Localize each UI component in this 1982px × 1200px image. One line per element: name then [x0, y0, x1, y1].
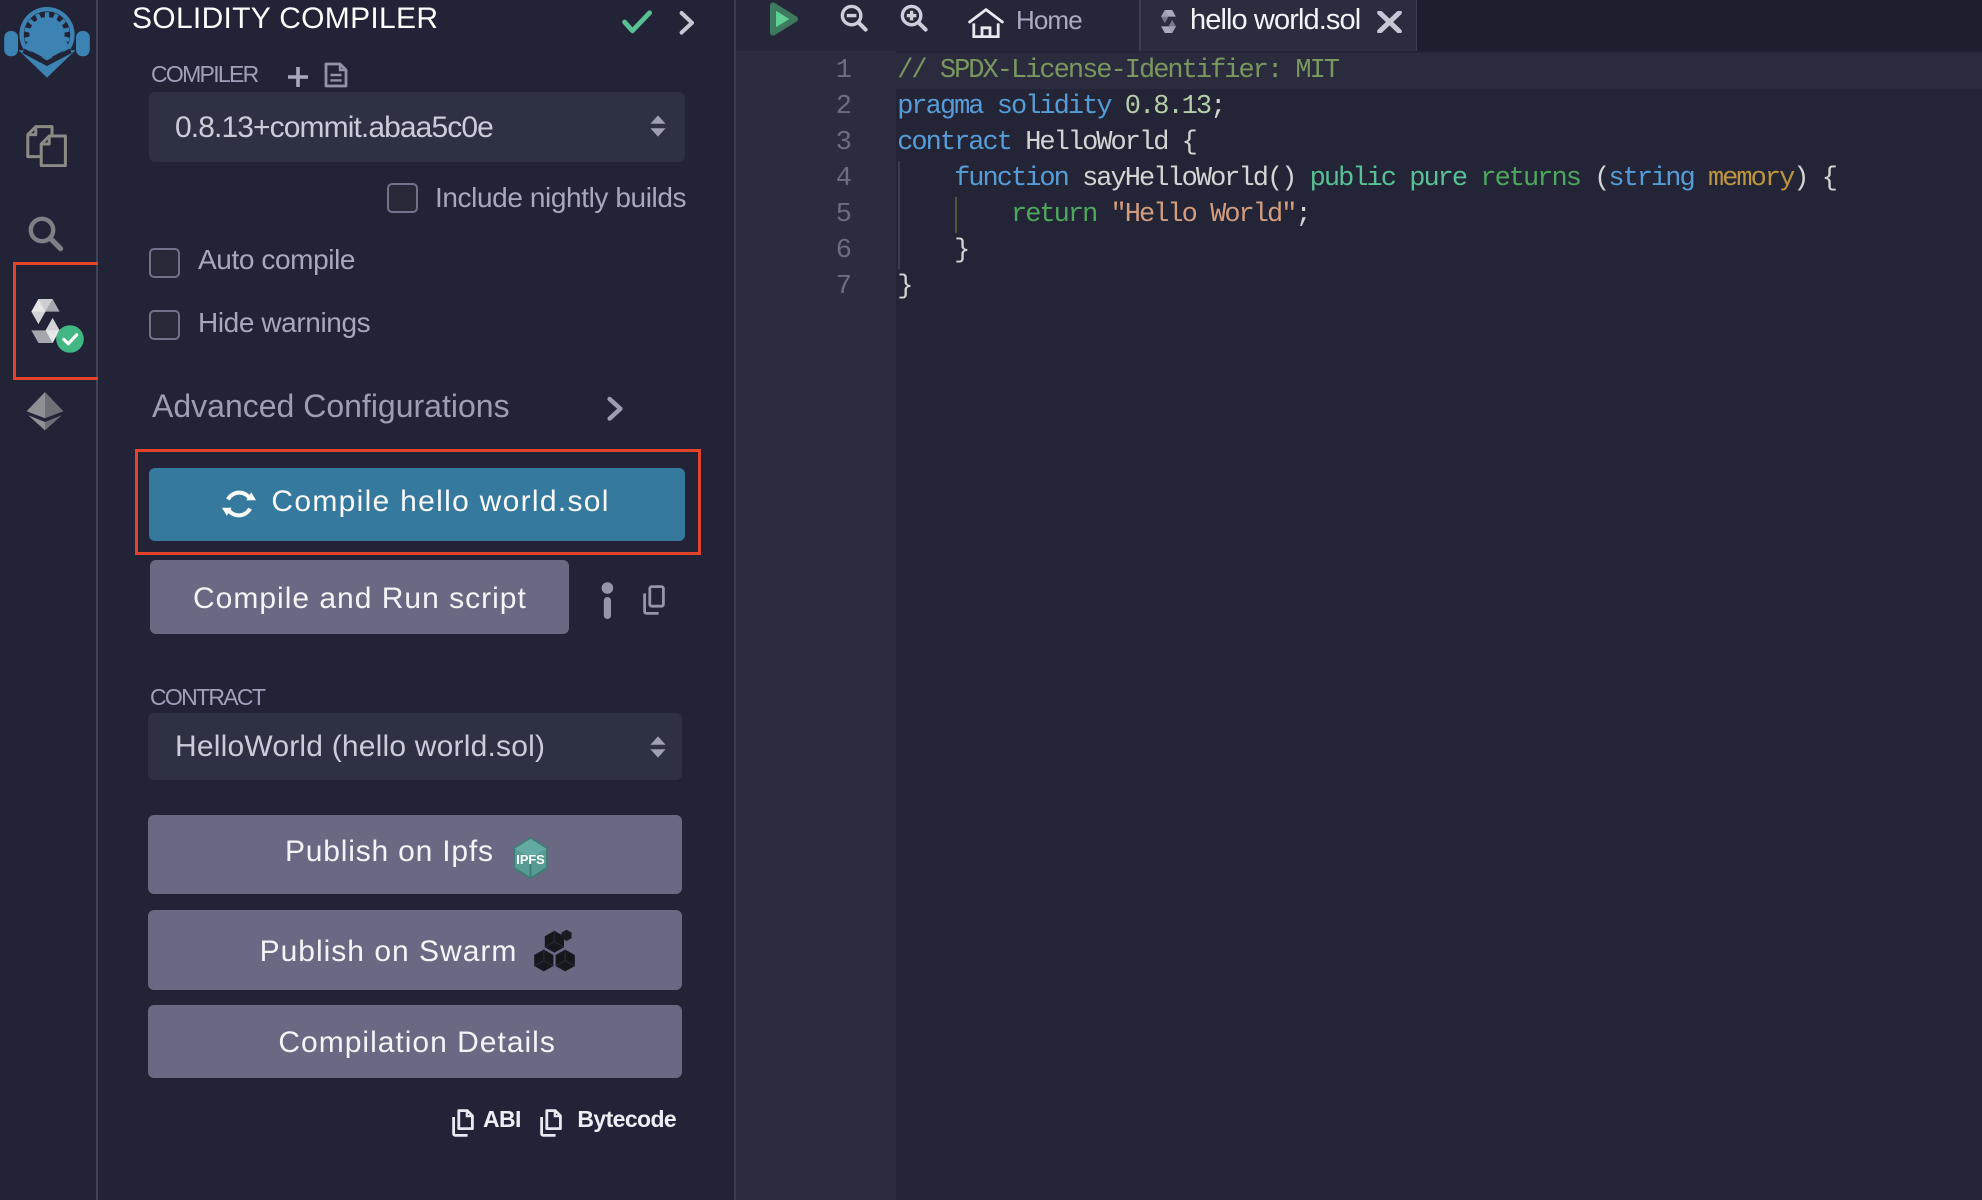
- svg-text:IPFS: IPFS: [516, 852, 545, 867]
